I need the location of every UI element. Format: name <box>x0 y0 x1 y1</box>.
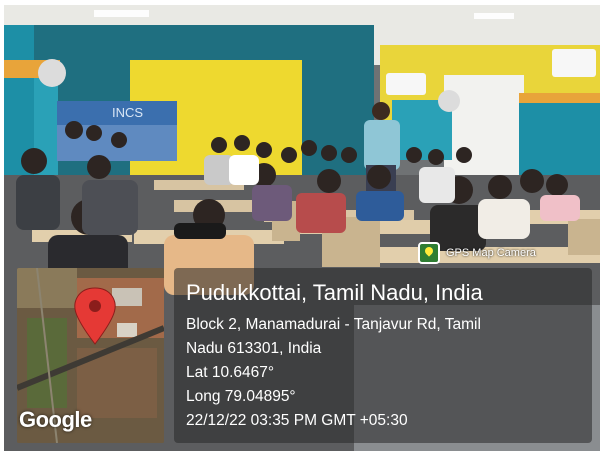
latitude: Lat 10.6467° <box>186 364 275 381</box>
longitude: Long 79.04895° <box>186 388 296 405</box>
location-map-thumbnail: Google <box>17 268 164 443</box>
address-line-1: Block 2, Manamadurai - Tanjavur Rd, Tami… <box>186 316 481 333</box>
gps-map-camera-icon <box>418 242 440 264</box>
location-info-panel: Pudukkottai, Tamil Nadu, India Block 2, … <box>174 268 592 443</box>
location-title: Pudukkottai, Tamil Nadu, India <box>186 280 483 305</box>
datetime: 22/12/22 03:35 PM GMT +05:30 <box>186 412 408 429</box>
gps-map-camera-stamp: GPS Map Camera <box>418 240 536 266</box>
address-line-2: Nadu 613301, India <box>186 340 322 357</box>
banner-text: INCS <box>112 105 143 120</box>
stamp-app-name: GPS Map Camera <box>446 247 536 259</box>
google-logo: Google <box>19 407 92 432</box>
